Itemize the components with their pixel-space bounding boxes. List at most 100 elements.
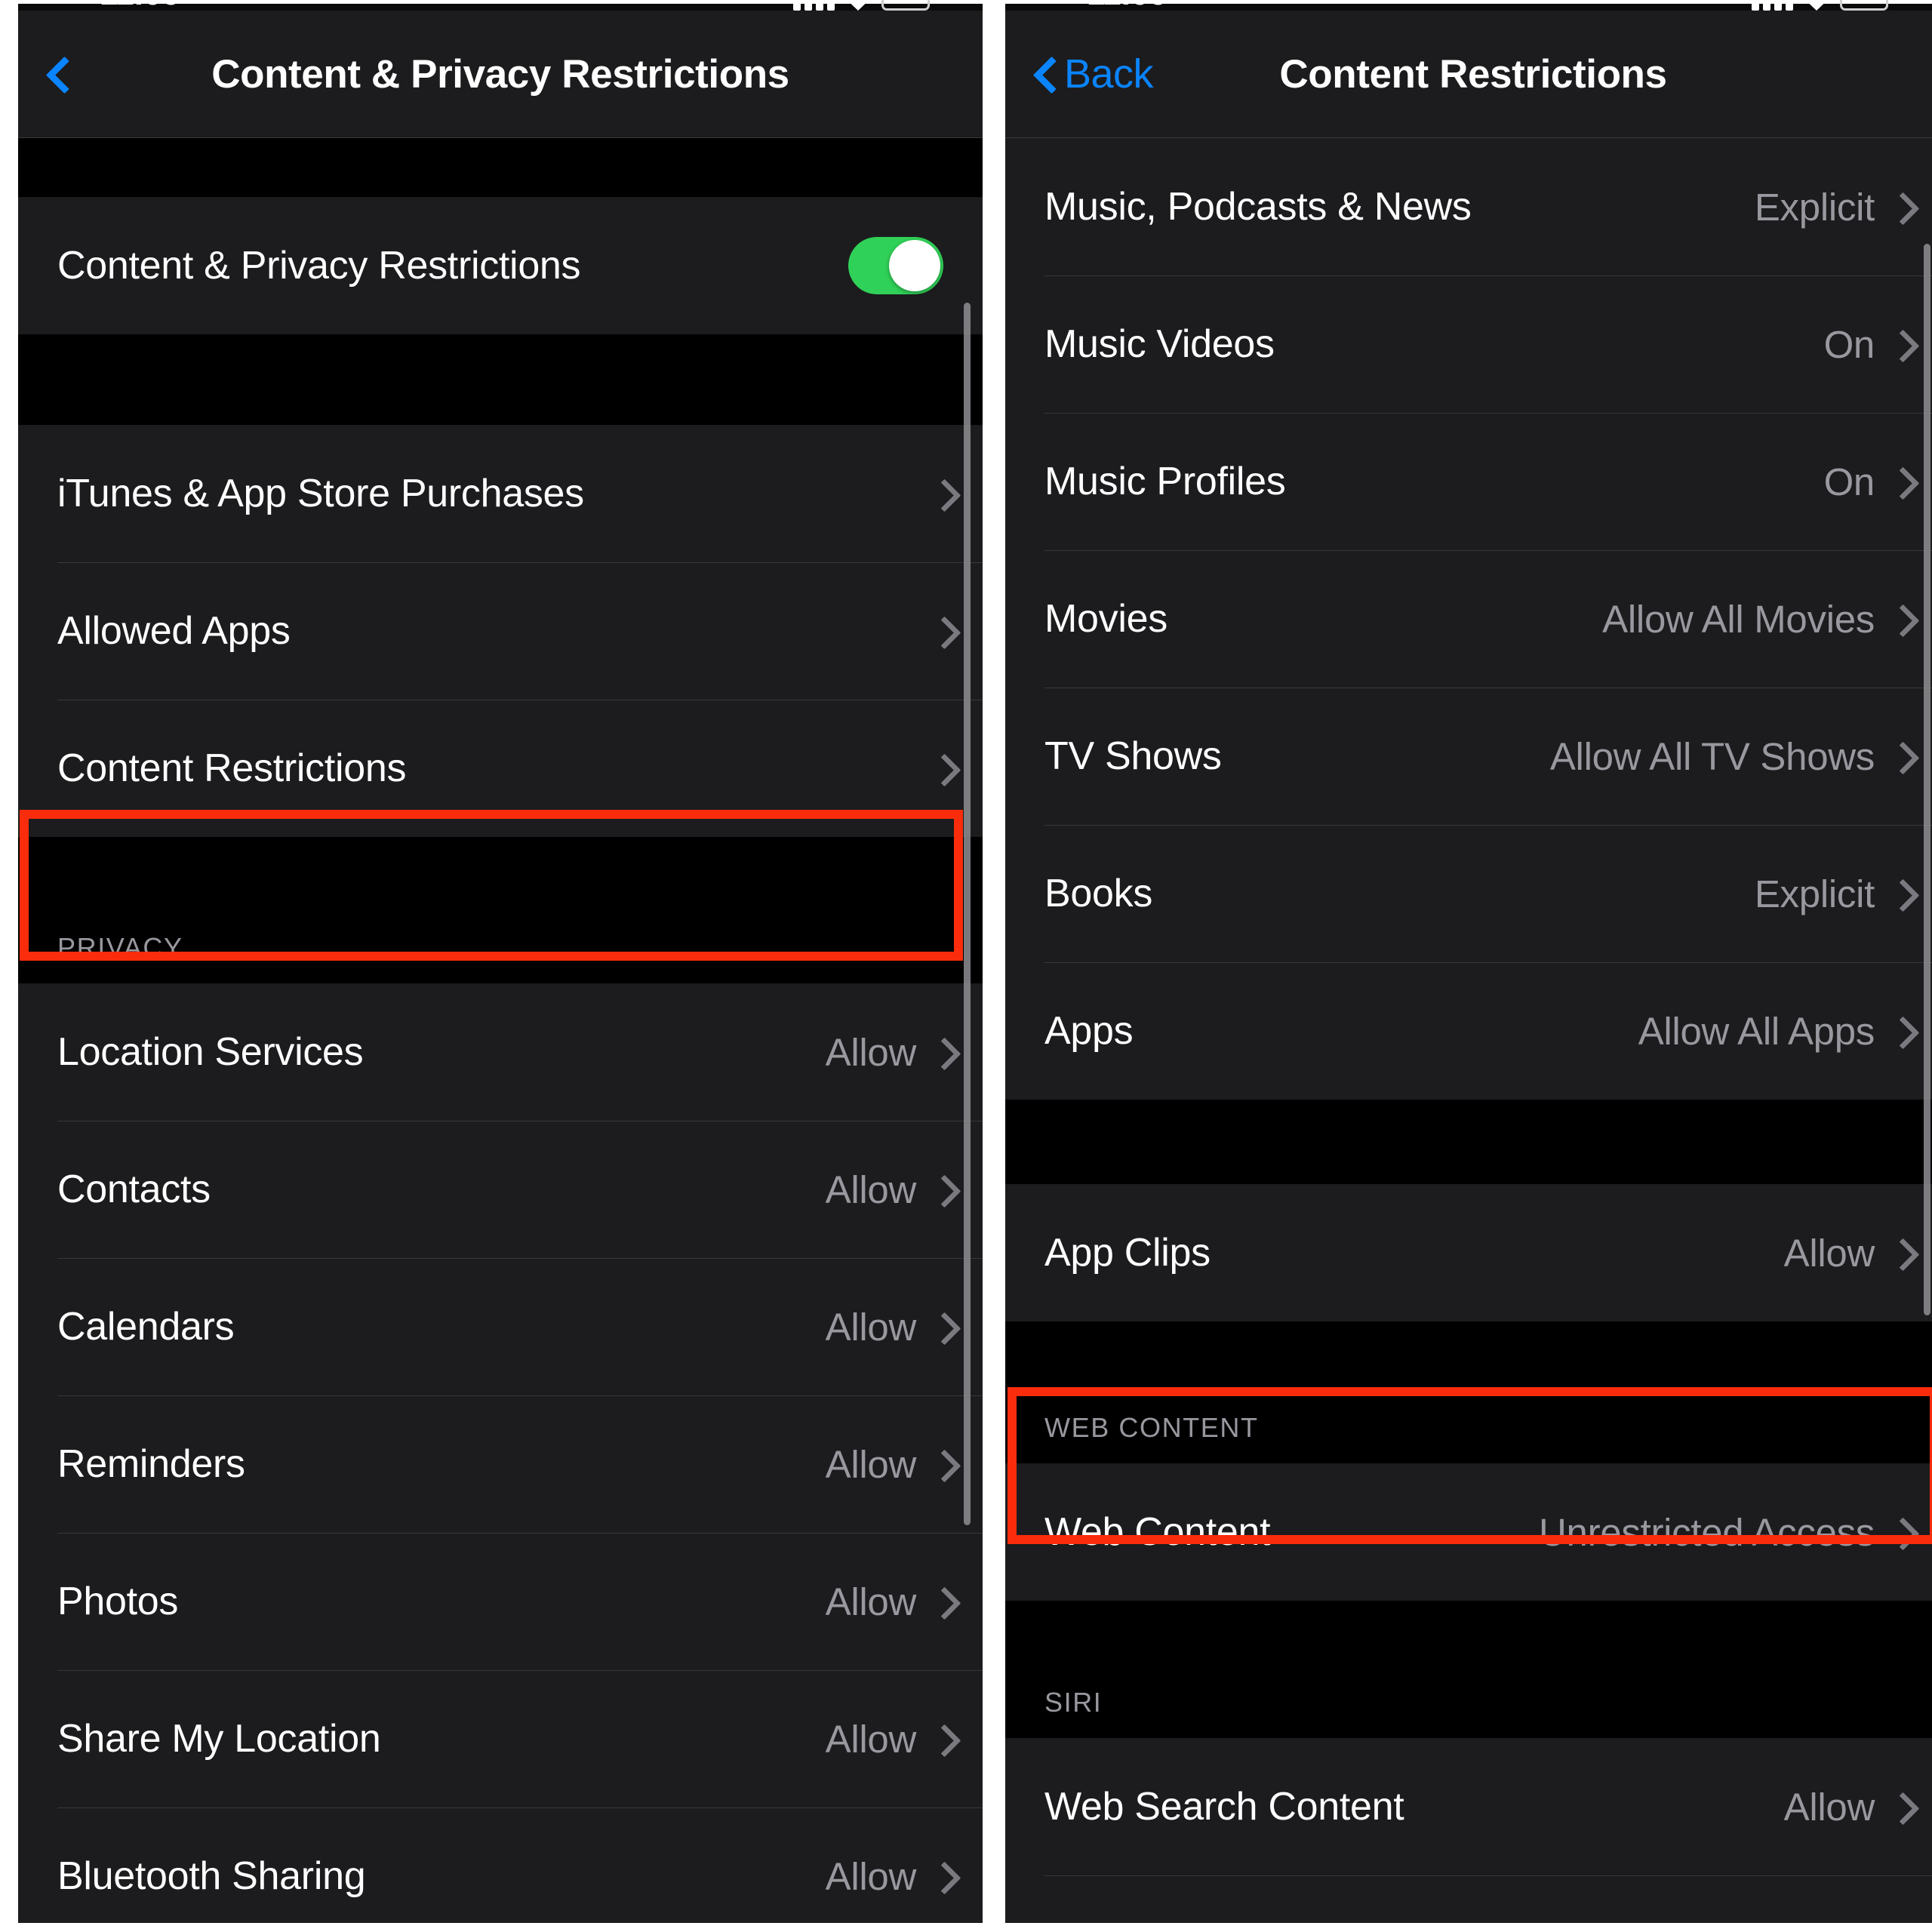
right-scrollbar-thumb[interactable]	[1924, 244, 1930, 1315]
left-master-toggle-group: Content & Privacy Restrictions	[18, 197, 983, 334]
left-scroll-area[interactable]: Content & Privacy Restrictions iTunes & …	[18, 138, 983, 1923]
row-music-podcasts-news[interactable]: Music, Podcasts & News Explicit	[1005, 138, 1932, 275]
row-label: Calendars	[57, 1305, 235, 1349]
row-share-my-location[interactable]: Share My Location Allow	[18, 1670, 983, 1807]
row-label: iTunes & App Store Purchases	[57, 472, 584, 515]
left-phone-screenshot: 11:06 Content & Privacy Restrictions Con…	[18, 0, 983, 1923]
row-label: App Clips	[1044, 1231, 1211, 1275]
chevron-right-icon	[936, 617, 951, 645]
status-bar-indicators	[1752, 0, 1888, 11]
row-label: Content & Privacy Restrictions	[57, 244, 581, 288]
status-bar-clock: 11:06	[1087, 0, 1167, 11]
status-bar-background: 11:06	[1005, 0, 1932, 11]
row-location-services[interactable]: Location Services Allow	[18, 983, 983, 1121]
row-web-content[interactable]: Web Content Unrestricted Access	[1005, 1463, 1932, 1601]
status-bar-indicators	[793, 0, 930, 11]
row-label: Web Search Content	[1044, 1785, 1404, 1829]
row-explicit-language[interactable]: Explicit Language Allow	[1005, 1875, 1932, 1923]
row-value: Allow	[1783, 1231, 1875, 1275]
chevron-right-icon	[936, 1451, 951, 1478]
chevron-right-icon	[936, 755, 951, 782]
status-bar-clock: 11:06	[100, 0, 180, 11]
cellular-signal-icon	[793, 0, 835, 11]
left-scrollbar-thumb[interactable]	[964, 303, 971, 1525]
chevron-right-icon	[1894, 1518, 1909, 1546]
spacer	[18, 334, 983, 425]
row-label: Share My Location	[57, 1717, 381, 1761]
right-appclips-group: App Clips Allow	[1005, 1184, 1932, 1321]
row-calendars[interactable]: Calendars Allow	[18, 1258, 983, 1395]
right-back-label: Back	[1064, 51, 1154, 97]
chevron-right-icon	[1894, 743, 1909, 770]
right-siri-group: Web Search Content Allow Explicit Langua…	[1005, 1738, 1932, 1923]
row-value: Allow	[825, 1030, 917, 1074]
chevron-right-icon	[1894, 880, 1909, 907]
row-label: Allowed Apps	[57, 609, 291, 653]
row-label: Music Profiles	[1044, 460, 1286, 503]
row-value: On	[1823, 322, 1875, 366]
row-content-restrictions[interactable]: Content Restrictions	[18, 700, 983, 837]
status-bar-right: 11:06	[1005, 0, 1932, 11]
wifi-icon	[1804, 0, 1829, 11]
row-value: Allow All TV Shows	[1549, 734, 1875, 778]
chevron-right-icon	[1894, 1793, 1909, 1820]
right-nav-bar: Back Content Restrictions	[1005, 11, 1932, 138]
right-back-button[interactable]: Back	[1035, 51, 1154, 97]
row-books[interactable]: Books Explicit	[1005, 825, 1932, 962]
chevron-right-icon	[936, 1313, 951, 1340]
spacer	[1005, 1601, 1932, 1643]
left-privacy-group: Location Services Allow Contacts Allow C…	[18, 983, 983, 1923]
row-label: Bluetooth Sharing	[57, 1854, 366, 1898]
right-ratings-group: Music, Podcasts & News Explicit Music Vi…	[1005, 138, 1932, 1100]
row-photos[interactable]: Photos Allow	[18, 1533, 983, 1670]
row-tv-shows[interactable]: TV Shows Allow All TV Shows	[1005, 688, 1932, 825]
chevron-left-icon	[1035, 57, 1055, 91]
row-value: Explicit	[1754, 185, 1875, 229]
switch-knob	[889, 240, 940, 291]
row-allowed-apps[interactable]: Allowed Apps	[18, 562, 983, 700]
row-apps[interactable]: Apps Allow All Apps	[1005, 962, 1932, 1100]
chevron-right-icon	[936, 480, 951, 507]
row-value: Allow	[1784, 1922, 1875, 1924]
row-label: Contacts	[57, 1168, 211, 1211]
chevron-right-icon	[1894, 331, 1909, 358]
row-content-privacy-restrictions-toggle[interactable]: Content & Privacy Restrictions	[18, 197, 983, 334]
row-web-search-content[interactable]: Web Search Content Allow	[1005, 1738, 1932, 1875]
privacy-section-header: PRIVACY	[18, 932, 983, 983]
row-value: On	[1823, 460, 1875, 503]
row-music-videos[interactable]: Music Videos On	[1005, 275, 1932, 413]
row-itunes-app-store-purchases[interactable]: iTunes & App Store Purchases	[18, 425, 983, 562]
row-label: Explicit Language	[1044, 1921, 1351, 1923]
row-label: Photos	[57, 1580, 179, 1623]
left-back-button[interactable]	[48, 57, 77, 91]
row-label: Location Services	[57, 1030, 364, 1074]
chevron-right-icon	[1894, 1017, 1909, 1044]
row-movies[interactable]: Movies Allow All Movies	[1005, 550, 1932, 688]
chevron-right-icon	[936, 1588, 951, 1615]
row-music-profiles[interactable]: Music Profiles On	[1005, 413, 1932, 550]
screenshot-canvas: 11:06 Content & Privacy Restrictions Con…	[0, 0, 1932, 1932]
battery-icon	[1840, 0, 1888, 11]
left-main-group: iTunes & App Store Purchases Allowed App…	[18, 425, 983, 837]
row-value: Allow	[825, 1580, 917, 1623]
row-label: Music Videos	[1044, 322, 1275, 366]
chevron-right-icon	[1894, 193, 1909, 220]
row-label: Reminders	[57, 1442, 245, 1486]
web-content-section-header: WEB CONTENT	[1005, 1412, 1932, 1463]
spacer	[1005, 1321, 1932, 1412]
row-contacts[interactable]: Contacts Allow	[18, 1121, 983, 1258]
row-value: Allow	[825, 1717, 917, 1761]
left-page-title: Content & Privacy Restrictions	[211, 51, 789, 97]
row-label: Web Content	[1044, 1510, 1271, 1554]
row-label: Content Restrictions	[57, 746, 407, 790]
row-bluetooth-sharing[interactable]: Bluetooth Sharing Allow	[18, 1807, 983, 1923]
wifi-icon	[845, 0, 871, 11]
chevron-right-icon	[1894, 1239, 1909, 1266]
spacer	[18, 138, 983, 197]
row-value: Allow	[825, 1442, 917, 1486]
row-app-clips[interactable]: App Clips Allow	[1005, 1184, 1932, 1321]
row-reminders[interactable]: Reminders Allow	[18, 1395, 983, 1533]
right-scroll-area[interactable]: Music, Podcasts & News Explicit Music Vi…	[1005, 138, 1932, 1923]
content-privacy-restrictions-switch[interactable]	[848, 237, 943, 294]
left-nav-bar: Content & Privacy Restrictions	[18, 11, 983, 138]
